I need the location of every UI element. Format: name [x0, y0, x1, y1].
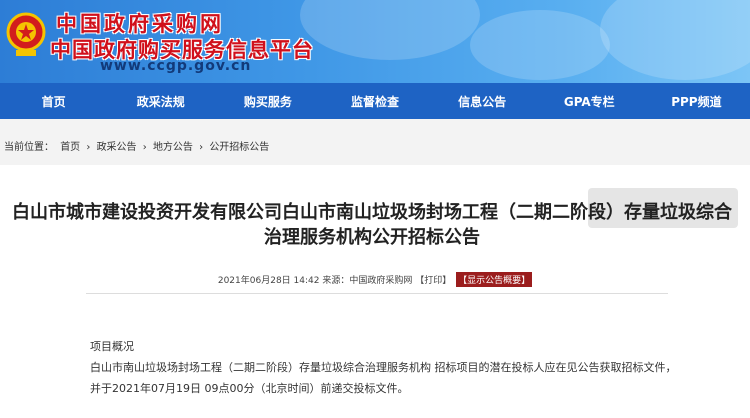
nav-item-announcements[interactable]: 信息公告 — [429, 83, 536, 119]
nav-item-gpa[interactable]: GPA专栏 — [536, 83, 643, 119]
breadcrumb-prefix: 当前位置： — [4, 142, 54, 153]
site-header: 中国政府采购网 中国政府购买服务信息平台 www.ccgp.gov.cn — [0, 0, 750, 83]
nav-item-home[interactable]: 首页 — [0, 83, 107, 119]
article-source: 来源：中国政府采购网 — [322, 276, 413, 286]
nav-item-purchase-services[interactable]: 购买服务 — [214, 83, 321, 119]
breadcrumb-local[interactable]: 地方公告 — [153, 142, 193, 153]
main-nav: 首页 政采法规 购买服务 监督检查 信息公告 GPA专栏 PPP频道 — [0, 83, 750, 119]
divider — [86, 293, 668, 294]
breadcrumb-separator: › — [199, 142, 204, 153]
article-paragraph: 白山市南山垃圾场封场工程（二期二阶段）存量垃圾综合治理服务机构 招标项目的潜在投… — [90, 361, 677, 395]
show-summary-button[interactable]: 【显示公告概要】 — [456, 272, 533, 287]
section-title: 项目概况 — [90, 340, 134, 353]
breadcrumb-current[interactable]: 公开招标公告 — [209, 142, 269, 153]
article-body: 项目概况 白山市南山垃圾场封场工程（二期二阶段）存量垃圾综合治理服务机构 招标项… — [90, 336, 680, 399]
article-meta: 2021年06月28日 14:42 来源：中国政府采购网 【打印】 【显示公告概… — [0, 272, 750, 287]
nav-item-supervision[interactable]: 监督检查 — [321, 83, 428, 119]
nav-item-regulations[interactable]: 政采法规 — [107, 83, 214, 119]
breadcrumb-announcements[interactable]: 政采公告 — [97, 142, 137, 153]
breadcrumb-home[interactable]: 首页 — [60, 142, 80, 153]
nav-item-ppp[interactable]: PPP频道 — [643, 83, 750, 119]
breadcrumb-separator: › — [86, 142, 91, 153]
print-link[interactable]: 【打印】 — [415, 276, 451, 286]
national-emblem-icon — [6, 12, 46, 56]
breadcrumb-separator: › — [142, 142, 147, 153]
breadcrumb: 当前位置： 首页 › 政采公告 › 地方公告 › 公开招标公告 — [4, 138, 272, 153]
article-title: 白山市城市建设投资开发有限公司白山市南山垃圾场封场工程（二期二阶段）存量垃圾综合… — [12, 202, 732, 248]
site-url[interactable]: www.ccgp.gov.cn — [100, 58, 251, 74]
article-date: 2021年06月28日 14:42 — [217, 276, 320, 286]
